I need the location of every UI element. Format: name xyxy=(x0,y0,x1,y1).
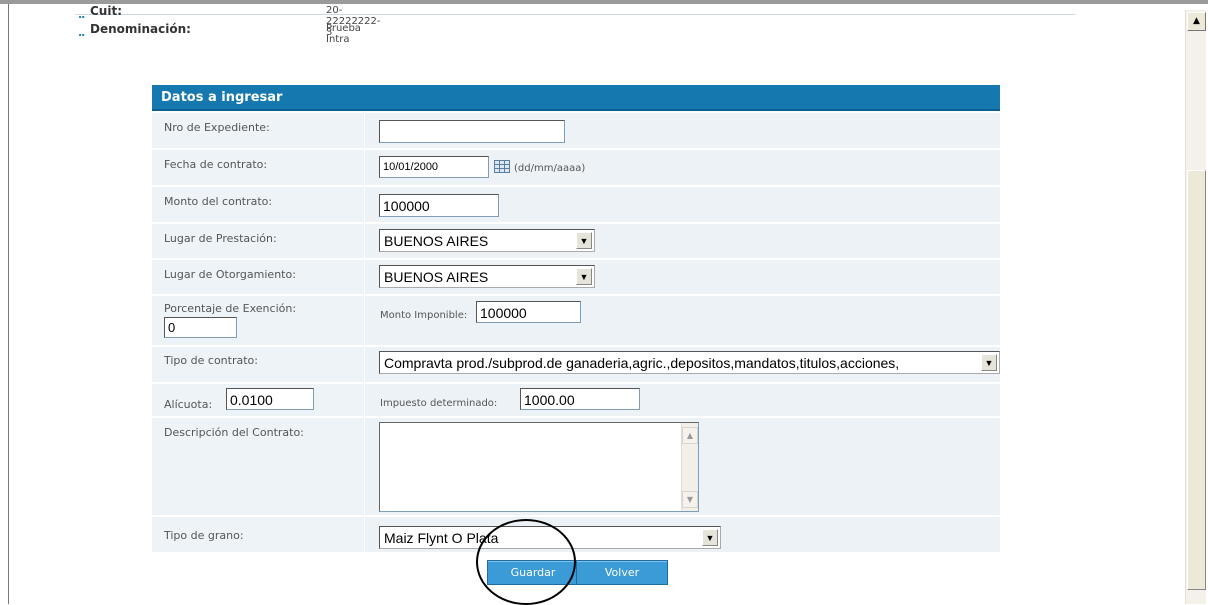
descripcion-label: Descripción del Contrato: xyxy=(164,426,304,439)
row-exencion: Porcentaje de Exención: 0 Monto Imponibl… xyxy=(152,296,1000,346)
lugar-otorgamiento-label: Lugar de Otorgamiento: xyxy=(164,268,296,281)
bullet-icon: .. xyxy=(78,8,85,21)
monto-imponible-input[interactable]: 100000 xyxy=(476,301,581,323)
bullet-icon: .. xyxy=(78,26,85,39)
scroll-up-icon[interactable]: ▲ xyxy=(1187,12,1206,31)
cuit-label: Cuit: xyxy=(90,4,122,18)
chevron-down-icon[interactable]: ▼ xyxy=(981,354,997,371)
volver-button[interactable]: Volver xyxy=(576,560,668,585)
scroll-down-icon[interactable]: ▼ xyxy=(682,491,698,508)
chevron-down-icon[interactable]: ▼ xyxy=(576,232,592,249)
tipo-grano-label: Tipo de grano: xyxy=(164,529,244,542)
row-descripcion: Descripción del Contrato: ▲ ▼ xyxy=(152,418,1000,516)
tipo-contrato-value: Compravta prod./subprod.de ganaderia,agr… xyxy=(384,355,900,371)
row-lugar-prestacion: Lugar de Prestación: BUENOS AIRES ▼ xyxy=(152,224,1000,259)
scroll-thumb[interactable] xyxy=(1187,170,1206,590)
lugar-otorgamiento-value: BUENOS AIRES xyxy=(384,269,489,285)
denominacion-value: Prueba Intra xyxy=(326,23,361,45)
lugar-prestacion-value: BUENOS AIRES xyxy=(384,233,489,249)
textarea-scrollbar[interactable]: ▲ ▼ xyxy=(681,423,698,511)
lugar-prestacion-label: Lugar de Prestación: xyxy=(164,232,277,245)
chevron-down-icon[interactable]: ▼ xyxy=(702,529,718,546)
nro-expediente-input[interactable] xyxy=(379,120,565,143)
impuesto-determinado-input[interactable]: 1000.00 xyxy=(520,388,640,410)
fecha-contrato-input[interactable]: 10/01/2000 xyxy=(379,156,489,178)
porcentaje-exencion-input[interactable]: 0 xyxy=(164,317,237,338)
header-divider xyxy=(75,14,1075,15)
date-format-hint: (dd/mm/aaaa) xyxy=(514,163,586,174)
denominacion-label: Denominación: xyxy=(90,22,191,36)
porcentaje-exencion-label: Porcentaje de Exención: xyxy=(164,302,297,315)
alicuota-label: Alícuota: xyxy=(164,398,213,411)
row-tipo-contrato: Tipo de contrato: Compravta prod./subpro… xyxy=(152,347,1000,383)
tipo-contrato-select[interactable]: Compravta prod./subprod.de ganaderia,agr… xyxy=(379,351,1000,374)
monto-imponible-label: Monto Imponible: xyxy=(380,310,468,321)
row-monto-contrato: Monto del contrato: 100000 xyxy=(152,187,1000,223)
alicuota-input[interactable]: 0.0100 xyxy=(226,388,314,410)
page-scrollbar[interactable]: ▲ xyxy=(1185,10,1206,604)
lugar-otorgamiento-select[interactable]: BUENOS AIRES ▼ xyxy=(379,265,595,288)
fecha-contrato-label: Fecha de contrato: xyxy=(164,158,268,171)
calendar-icon[interactable] xyxy=(494,160,510,173)
highlight-circle xyxy=(476,519,576,605)
scroll-up-icon[interactable]: ▲ xyxy=(682,427,698,444)
window-top-border xyxy=(0,0,1208,4)
monto-contrato-input[interactable]: 100000 xyxy=(379,194,499,217)
datos-panel: Datos a ingresar Nro de Expediente: Fech… xyxy=(152,85,1000,553)
row-fecha-contrato: Fecha de contrato: 10/01/2000 (dd/mm/aaa… xyxy=(152,150,1000,186)
tipo-contrato-label: Tipo de contrato: xyxy=(164,354,258,367)
row-lugar-otorgamiento: Lugar de Otorgamiento: BUENOS AIRES ▼ xyxy=(152,260,1000,295)
lugar-prestacion-select[interactable]: BUENOS AIRES ▼ xyxy=(379,229,595,252)
descripcion-textarea[interactable]: ▲ ▼ xyxy=(379,422,699,512)
window-left-border xyxy=(8,4,9,604)
chevron-down-icon[interactable]: ▼ xyxy=(576,268,592,285)
row-tipo-grano: Tipo de grano: Maiz Flynt O Plata ▼ xyxy=(152,517,1000,553)
nro-expediente-label: Nro de Expediente: xyxy=(164,121,270,134)
row-nro-expediente: Nro de Expediente: xyxy=(152,113,1000,149)
impuesto-determinado-label: Impuesto determinado: xyxy=(380,398,498,409)
panel-title: Datos a ingresar xyxy=(152,85,1000,111)
row-alicuota: Alícuota: 0.0100 Impuesto determinado: 1… xyxy=(152,384,1000,417)
monto-contrato-label: Monto del contrato: xyxy=(164,195,273,208)
